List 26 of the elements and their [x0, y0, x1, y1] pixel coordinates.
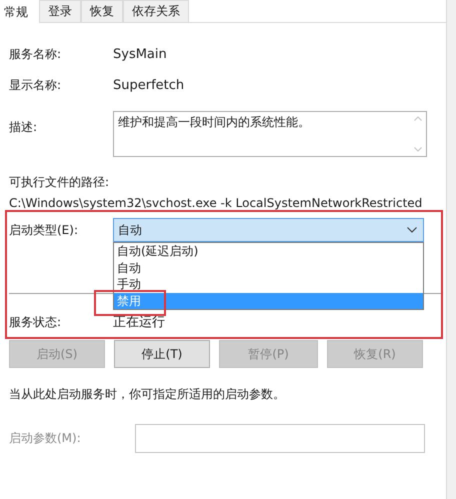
field-label: 可执行文件的路径: [9, 174, 110, 191]
tab[interactable]: 恢复 [81, 0, 123, 22]
field-label: 启动参数(M): [9, 430, 82, 447]
service-button[interactable]: 停止(T) [114, 340, 210, 368]
description-text: 维护和提高一段时间内的系统性能。 [117, 114, 311, 131]
dropdown-value: 自动 [118, 222, 142, 238]
field-label: 启动类型(E): [9, 222, 79, 238]
path-text: C:\Windows\system32\svchost.exe -k LocalSystemNetworkRestricted [9, 195, 424, 212]
hint-text: 当从此处启动服务时，你可指定所适用的启动参数。 [9, 386, 286, 402]
field-label: 描述: [9, 119, 38, 136]
tab[interactable]: 登录 [39, 0, 81, 22]
dropdown-option[interactable]: 自动 [114, 260, 423, 276]
field-label: 服务状态: [9, 314, 62, 330]
startup-type-dropdown[interactable]: 自动 [113, 218, 424, 242]
dropdown-option[interactable]: 自动(延迟启动) [114, 243, 423, 260]
chevron-down-icon [407, 227, 417, 233]
dropdown-option[interactable]: 手动 [114, 276, 423, 292]
field-label: 显示名称: [9, 76, 62, 94]
field-label: 服务名称: [9, 46, 62, 62]
field-value: Superfetch [113, 78, 184, 92]
scroll-up-icon[interactable] [414, 116, 422, 121]
status-value: 正在运行 [113, 314, 165, 331]
description-box[interactable]: 维护和提高一段时间内的系统性能。 [113, 111, 427, 157]
scroll-down-icon[interactable] [414, 147, 422, 152]
field-value: SysMain [113, 46, 167, 62]
tab[interactable]: 依存关系 [123, 0, 189, 22]
